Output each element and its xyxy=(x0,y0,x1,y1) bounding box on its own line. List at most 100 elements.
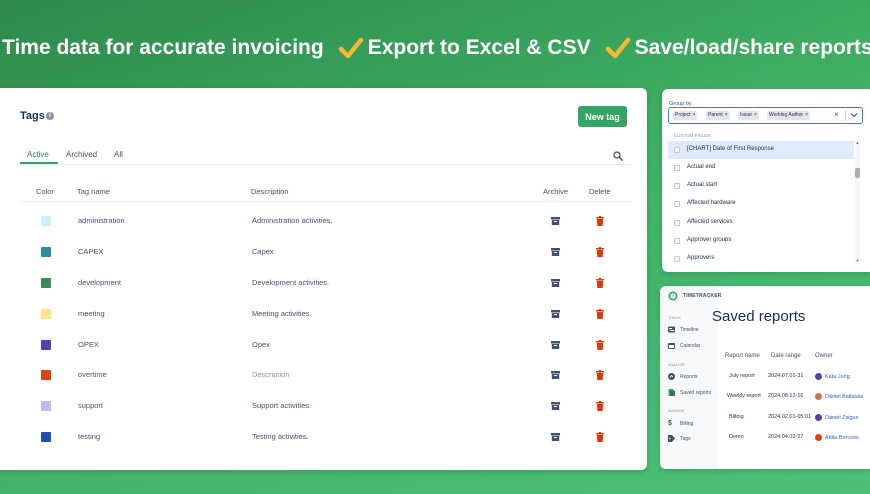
delete-icon[interactable] xyxy=(596,309,604,319)
tag-name[interactable]: support xyxy=(78,401,103,410)
tag-description[interactable]: Opex xyxy=(252,340,270,349)
tag-description[interactable]: Development activities. xyxy=(252,278,329,287)
report-name[interactable]: Billing xyxy=(729,414,744,420)
sidebar-item-label: Billing xyxy=(680,421,694,427)
checkbox[interactable] xyxy=(674,165,680,171)
delete-icon[interactable] xyxy=(596,247,604,257)
scrollbar[interactable] xyxy=(855,140,860,264)
option-label: Actual start xyxy=(687,182,718,188)
chip-issue[interactable]: Issue × xyxy=(738,111,759,120)
chip-parent[interactable]: Parent × xyxy=(706,111,730,120)
chevron-down-icon[interactable] xyxy=(850,112,858,118)
checkbox[interactable] xyxy=(674,183,680,189)
color-swatch[interactable] xyxy=(41,370,51,380)
report-name[interactable]: Weekly report xyxy=(727,393,761,399)
archive-icon[interactable] xyxy=(551,217,560,225)
tag-description[interactable]: Capex xyxy=(252,247,274,256)
report-date-range: 2024.04.02-27 xyxy=(768,434,804,440)
search-icon[interactable] xyxy=(613,151,623,161)
column-header-owner: Owner xyxy=(815,353,833,359)
archive-icon[interactable] xyxy=(551,402,560,410)
tag-name[interactable]: meeting xyxy=(78,309,105,318)
tag-name[interactable]: administration xyxy=(78,216,125,225)
checkbox[interactable] xyxy=(674,220,680,226)
tag-name[interactable]: development xyxy=(78,278,121,287)
tag-name[interactable]: overtime xyxy=(78,370,107,379)
dropdown-option[interactable]: Actual end xyxy=(668,159,854,177)
archive-icon[interactable] xyxy=(551,248,560,256)
dropdown-option[interactable]: Affected hardware xyxy=(668,195,854,213)
option-label: Actual end xyxy=(687,164,716,170)
info-icon[interactable]: i xyxy=(46,112,54,120)
tab-all[interactable]: All xyxy=(114,150,123,159)
dropdown-option[interactable]: Approvers xyxy=(668,250,854,268)
color-swatch[interactable] xyxy=(41,309,51,319)
delete-icon[interactable] xyxy=(596,278,604,288)
column-header-date-range: Date range xyxy=(771,353,801,359)
avatar xyxy=(815,414,822,421)
owner-name: Attila Borcsós xyxy=(825,434,859,441)
dropdown-option[interactable]: [CHART] Date of First Response xyxy=(668,141,854,159)
nav-section-analyze: ANALYZE xyxy=(668,363,686,367)
checkbox[interactable] xyxy=(674,256,680,262)
tab-archived[interactable]: Archived xyxy=(66,150,97,159)
report-name[interactable]: Demo xyxy=(729,434,744,440)
checkbox[interactable] xyxy=(674,147,680,153)
remove-chip-icon[interactable]: × xyxy=(754,112,757,118)
nav-section-manage: MANAGE xyxy=(668,409,685,413)
delete-icon[interactable] xyxy=(596,216,604,226)
color-swatch[interactable] xyxy=(41,216,51,226)
scroll-up-icon[interactable]: ▲ xyxy=(855,140,860,145)
headline-banner: Time data for accurate invoicing Export … xyxy=(0,30,870,66)
dropdown-option[interactable]: Actual start xyxy=(668,177,854,195)
report-owner[interactable]: Attila Borcsós xyxy=(815,434,859,441)
chip-label: Issue xyxy=(740,112,752,118)
report-name[interactable]: July report xyxy=(729,373,755,379)
archive-icon[interactable] xyxy=(551,310,560,318)
tag-name[interactable]: CAPEX xyxy=(78,247,103,256)
report-owner[interactable]: Dániel Zsigus xyxy=(815,414,858,421)
checkbox[interactable] xyxy=(674,238,680,244)
timeline-icon xyxy=(668,326,675,333)
dropdown-option[interactable]: Approver groups xyxy=(668,232,854,250)
archive-icon[interactable] xyxy=(551,279,560,287)
delete-icon[interactable] xyxy=(596,401,604,411)
tag-name[interactable]: testing xyxy=(78,432,100,441)
dollar-icon: $ xyxy=(668,420,672,427)
chip-project[interactable]: Project × xyxy=(673,111,698,120)
color-swatch[interactable] xyxy=(41,247,51,257)
color-swatch[interactable] xyxy=(41,401,51,411)
report-owner[interactable]: Kata Jung xyxy=(815,373,850,380)
tag-description[interactable]: Testing activities. xyxy=(252,432,309,441)
color-swatch[interactable] xyxy=(41,340,51,350)
report-owner[interactable]: Dániel Ballabás xyxy=(815,393,863,400)
tag-description[interactable]: Description xyxy=(252,370,290,379)
tag-name[interactable]: OPEX xyxy=(78,340,99,349)
color-swatch[interactable] xyxy=(41,278,51,288)
scrollbar-thumb[interactable] xyxy=(855,168,860,178)
tag-description[interactable]: Meeting activities. xyxy=(252,309,312,318)
new-tag-button[interactable]: New tag xyxy=(578,106,627,127)
clear-icon[interactable]: × xyxy=(834,110,839,119)
remove-chip-icon[interactable]: × xyxy=(805,112,808,118)
tag-description[interactable]: Administration activities. xyxy=(252,216,332,225)
tag-description[interactable]: Support activities. xyxy=(252,401,311,410)
archive-icon[interactable] xyxy=(551,371,560,379)
brand-name: TIMETRACKER xyxy=(683,293,722,299)
remove-chip-icon[interactable]: × xyxy=(725,112,728,118)
scroll-down-icon[interactable]: ▼ xyxy=(855,258,860,263)
tab-active[interactable]: Active xyxy=(27,150,49,159)
delete-icon[interactable] xyxy=(596,340,604,350)
remove-chip-icon[interactable]: × xyxy=(693,112,696,118)
dropdown-option[interactable]: Affected services xyxy=(668,214,854,232)
timetracker-logo-icon xyxy=(668,291,678,301)
archive-icon[interactable] xyxy=(551,433,560,441)
tabs-divider xyxy=(20,164,632,165)
color-swatch[interactable] xyxy=(41,432,51,442)
headline-item-invoicing: Time data for accurate invoicing xyxy=(2,36,324,60)
delete-icon[interactable] xyxy=(596,432,604,442)
delete-icon[interactable] xyxy=(596,370,604,380)
chip-worklog-author[interactable]: Worklog Author × xyxy=(767,111,811,120)
checkbox[interactable] xyxy=(674,201,680,207)
archive-icon[interactable] xyxy=(551,341,560,349)
